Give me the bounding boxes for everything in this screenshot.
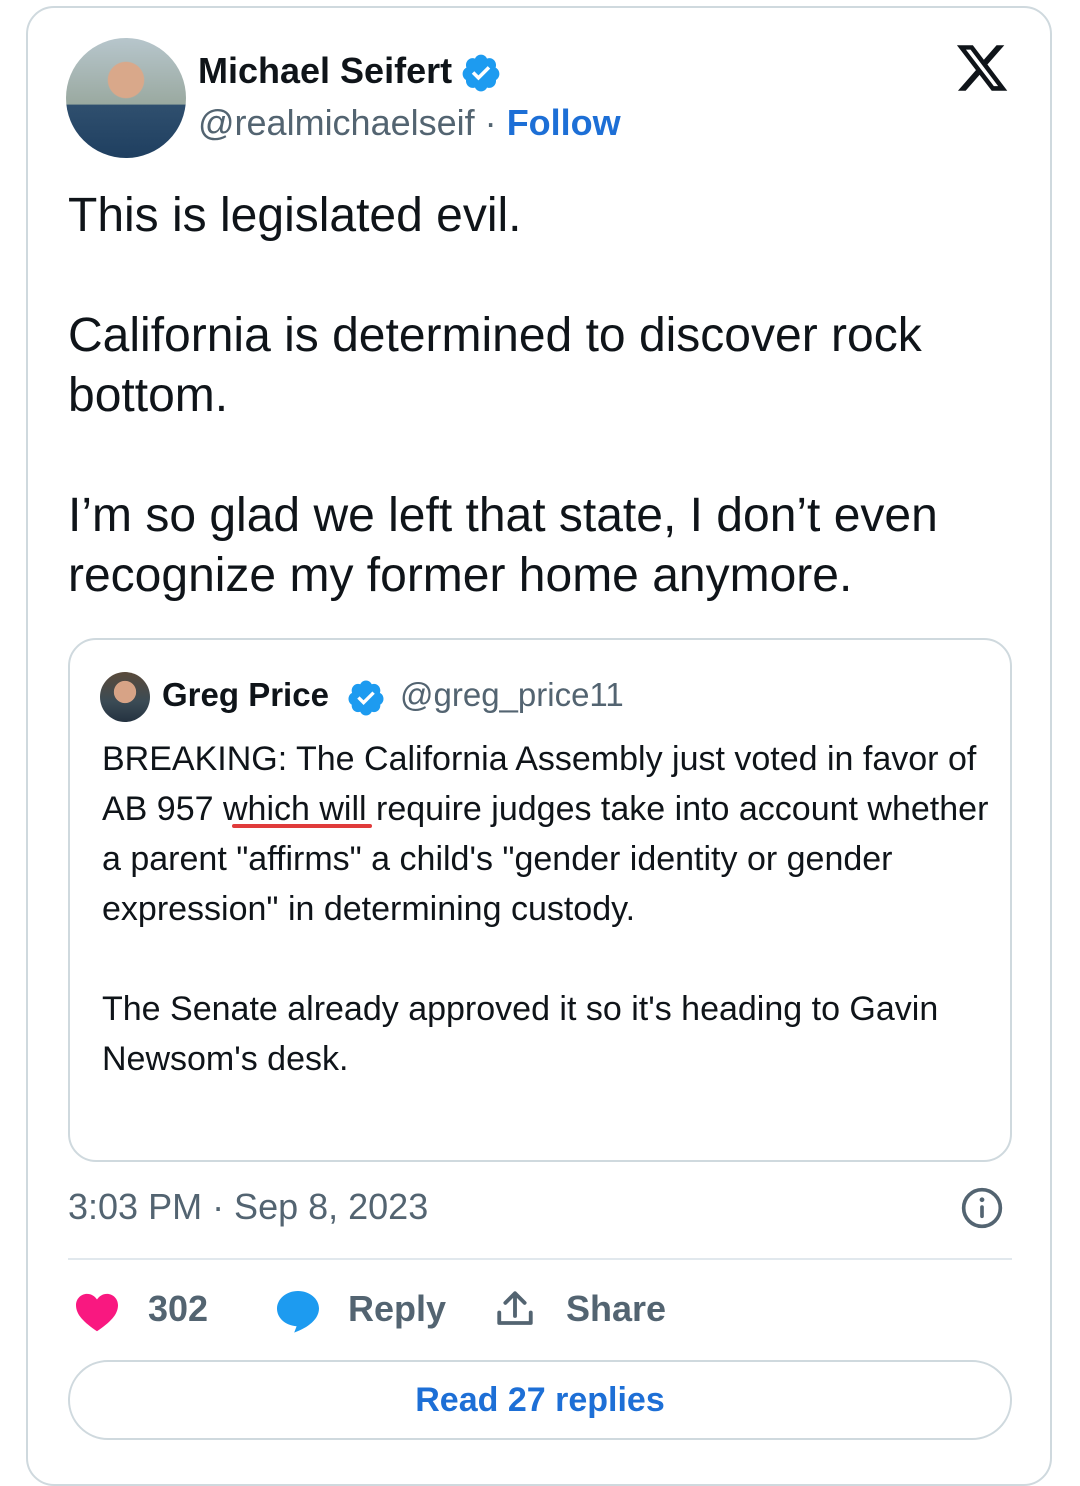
verified-badge-icon — [348, 680, 384, 716]
share-upload-icon — [497, 1291, 533, 1325]
verified-badge-icon — [462, 54, 500, 92]
quoted-tweet[interactable]: Greg Price @greg_price11 BREAKING: The C… — [68, 638, 1012, 1162]
tweet-paragraph: This is legislated evil. — [68, 189, 522, 242]
divider — [68, 1258, 1012, 1260]
share-label: Share — [566, 1288, 667, 1329]
author-handle-line: @realmichaelseif · Follow — [198, 102, 621, 144]
like-count: 302 — [148, 1288, 209, 1329]
read-replies-label: Read 27 replies — [415, 1380, 665, 1419]
heart-icon — [76, 1293, 118, 1332]
quoted-author-handle: @greg_price11 — [400, 676, 624, 713]
quoted-author-name: Greg Price — [162, 676, 329, 713]
author-name[interactable]: Michael Seifert — [198, 50, 452, 92]
tweet-paragraph: I’m so glad we left that state, I don’t … — [68, 489, 938, 602]
quoted-paragraph: The Senate already approved it so it's h… — [102, 990, 939, 1078]
info-icon[interactable] — [960, 1186, 1004, 1230]
red-underline-annotation — [232, 824, 372, 828]
reply-label: Reply — [348, 1288, 447, 1329]
quoted-author-avatar — [100, 672, 150, 722]
author-handle[interactable]: @realmichaelseif — [198, 102, 475, 143]
tweet-text: This is legislated evil. California is d… — [68, 186, 1008, 606]
reply-bubble-icon — [277, 1291, 319, 1333]
tweet-paragraph: California is determined to discover roc… — [68, 309, 922, 422]
quoted-paragraph: BREAKING: The California Assembly just v… — [102, 740, 989, 928]
x-logo-icon[interactable] — [952, 40, 1012, 96]
read-replies-button[interactable]: Read 27 replies — [68, 1360, 1012, 1440]
author-avatar[interactable] — [66, 38, 186, 158]
follow-button[interactable]: Follow — [507, 102, 621, 143]
tweet-timestamp[interactable]: 3:03 PM · Sep 8, 2023 — [68, 1186, 428, 1228]
quoted-tweet-text: BREAKING: The California Assembly just v… — [102, 734, 992, 1084]
separator-dot: · — [484, 102, 497, 143]
